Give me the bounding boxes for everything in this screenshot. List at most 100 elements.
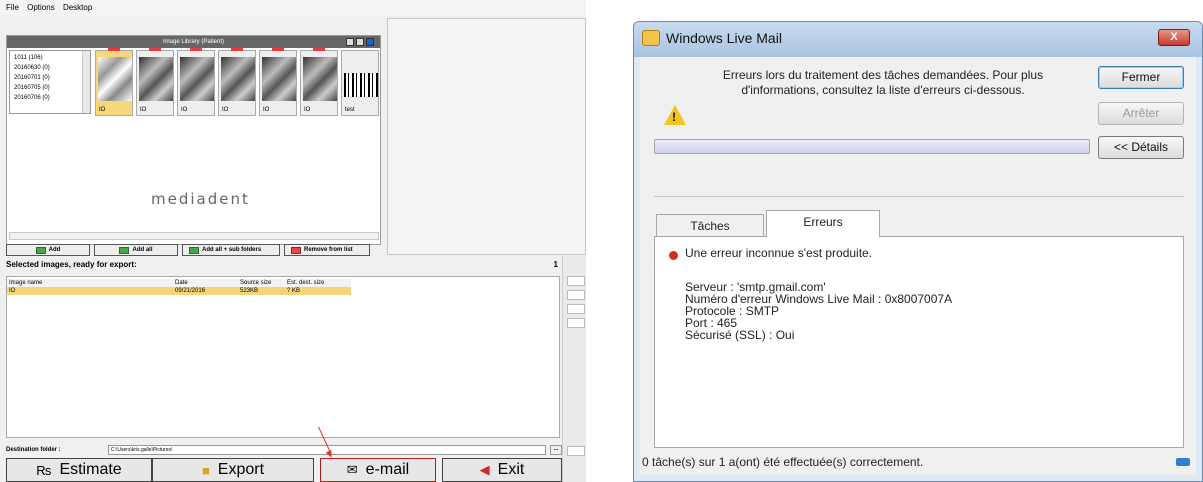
thumbnail[interactable]: IO bbox=[95, 48, 133, 116]
export-table: Image name Date Source size Est. dest. s… bbox=[6, 276, 560, 438]
details-button[interactable]: << Détails bbox=[1098, 136, 1184, 159]
menu-options[interactable]: Options bbox=[27, 3, 55, 12]
option-radio[interactable] bbox=[567, 290, 585, 300]
table-header: Image name Date Source size Est. dest. s… bbox=[7, 279, 351, 287]
action-buttons: ₨ Estimate ■ Export ✉ e-mail ◀ Exit bbox=[6, 458, 562, 482]
option-checkbox[interactable] bbox=[567, 304, 585, 314]
thumbnail[interactable]: test bbox=[341, 50, 379, 116]
estimate-label: Estimate bbox=[59, 461, 122, 478]
thumbnail-caption: IO bbox=[99, 107, 106, 113]
thumbnail[interactable]: IO bbox=[300, 48, 338, 116]
add-all-label: Add all bbox=[132, 247, 153, 253]
date-item[interactable]: 20160630 (0) bbox=[14, 63, 86, 73]
error-details: Serveur : 'smtp.gmail.com' Numéro d'erre… bbox=[685, 281, 952, 341]
thumbnail-caption: IO bbox=[304, 107, 311, 113]
fermer-button[interactable]: Fermer bbox=[1098, 66, 1184, 89]
close-icon[interactable]: X bbox=[1158, 29, 1190, 46]
selected-count: 1 bbox=[553, 260, 558, 269]
library-hscrollbar[interactable] bbox=[9, 232, 379, 240]
table-cell: 523KB bbox=[240, 288, 259, 294]
warning-icon-glyph: ! bbox=[672, 110, 676, 124]
option-checkbox[interactable] bbox=[567, 276, 585, 286]
add-all-subfolders-button[interactable]: Add all + sub folders bbox=[182, 244, 280, 256]
add-icon bbox=[35, 246, 46, 254]
marker-icon bbox=[231, 48, 243, 51]
menu-bar: File Options Desktop bbox=[0, 0, 586, 16]
info-icon[interactable] bbox=[366, 38, 374, 46]
arreter-button[interactable]: Arrêter bbox=[1098, 102, 1184, 125]
add-button[interactable]: Add bbox=[6, 244, 90, 256]
wlm-app-icon bbox=[642, 30, 660, 46]
folder-icon bbox=[189, 246, 199, 254]
wlm-title: Windows Live Mail bbox=[666, 30, 782, 46]
menu-file[interactable]: File bbox=[6, 3, 19, 12]
export-icon: ■ bbox=[201, 462, 210, 478]
marker-icon bbox=[313, 48, 325, 51]
destination-label: Destination folder : bbox=[6, 447, 61, 453]
thumbnail-caption: IO bbox=[181, 107, 188, 113]
selected-images-header: Selected images, ready for export: 1 bbox=[6, 260, 560, 270]
date-list-scrollbar[interactable] bbox=[82, 51, 90, 113]
xray-image bbox=[139, 57, 173, 101]
table-cell: 09/21/2016 bbox=[175, 288, 206, 294]
grid-view-icon[interactable] bbox=[356, 38, 364, 46]
xray-image bbox=[221, 57, 255, 101]
progress-bar bbox=[654, 139, 1090, 154]
pin-icon[interactable] bbox=[1176, 458, 1190, 466]
table-row[interactable]: IO 09/21/2016 523KB ? KB bbox=[7, 287, 351, 295]
date-item[interactable]: 1011 (106) bbox=[14, 53, 86, 63]
envelope-icon: ✉ bbox=[346, 462, 358, 477]
marker-icon bbox=[108, 48, 120, 51]
option-field[interactable] bbox=[567, 446, 585, 456]
error-title: Une erreur inconnue s'est produite. bbox=[685, 246, 873, 260]
export-button[interactable]: ■ Export bbox=[152, 458, 314, 482]
add-all-subfolders-label: Add all + sub folders bbox=[202, 247, 262, 253]
options-strip bbox=[562, 256, 586, 482]
option-checkbox[interactable] bbox=[567, 318, 585, 328]
browse-button[interactable]: ... bbox=[550, 445, 562, 455]
error-detail-line: Sécurisé (SSL) : Oui bbox=[685, 328, 795, 342]
xray-image bbox=[262, 57, 296, 101]
marker-icon bbox=[149, 48, 161, 51]
wlm-body: ! Erreurs lors du traitement des tâches … bbox=[640, 57, 1196, 475]
column-header[interactable]: Date bbox=[173, 279, 238, 287]
thumbnail[interactable]: IO bbox=[259, 48, 297, 116]
add-all-icon bbox=[119, 246, 130, 254]
menu-desktop[interactable]: Desktop bbox=[63, 3, 92, 12]
mediadent-logo: mediadent bbox=[151, 190, 250, 208]
marker-icon bbox=[190, 48, 202, 51]
selected-images-title: Selected images, ready for export: bbox=[6, 260, 137, 269]
date-list[interactable]: 1011 (106) 20160630 (0) 20160701 (0) 201… bbox=[9, 50, 91, 114]
divider bbox=[654, 196, 1184, 197]
date-item[interactable]: 20160705 (0) bbox=[14, 83, 86, 93]
date-item[interactable]: 20160701 (0) bbox=[14, 73, 86, 83]
thumbnail[interactable]: IO bbox=[218, 48, 256, 116]
print-icon[interactable] bbox=[346, 38, 354, 46]
errors-panel: Une erreur inconnue s'est produite. Serv… bbox=[654, 236, 1184, 448]
status-text: 0 tâche(s) sur 1 a(ont) été effectuée(s)… bbox=[642, 455, 924, 469]
thumbnail[interactable]: IO bbox=[136, 48, 174, 116]
exit-button[interactable]: ◀ Exit bbox=[442, 458, 562, 482]
tab-taches[interactable]: Tâches bbox=[656, 214, 764, 236]
column-header[interactable]: Image name bbox=[7, 279, 173, 287]
column-header[interactable]: Source size bbox=[238, 279, 285, 287]
thumbnail-strip: IO IO IO IO IO IO test bbox=[95, 48, 379, 118]
estimate-button[interactable]: ₨ Estimate bbox=[6, 458, 152, 482]
preview-panel bbox=[387, 18, 586, 255]
wlm-titlebar[interactable]: Windows Live Mail X bbox=[634, 22, 1202, 57]
thumbnail-caption: test bbox=[345, 107, 355, 113]
column-header[interactable]: Est. dest. size bbox=[285, 279, 351, 287]
remove-from-list-button[interactable]: Remove from list bbox=[284, 244, 370, 256]
email-label: e-mail bbox=[365, 461, 410, 478]
thumbnail-caption: IO bbox=[222, 107, 229, 113]
tab-erreurs[interactable]: Erreurs bbox=[766, 210, 880, 237]
table-cell: IO bbox=[9, 288, 16, 294]
add-label: Add bbox=[48, 247, 61, 253]
remove-from-list-label: Remove from list bbox=[304, 247, 353, 253]
image-library-header: Image Library (Patient) bbox=[7, 36, 380, 48]
add-all-button[interactable]: Add all bbox=[94, 244, 178, 256]
date-item[interactable]: 20160706 (0) bbox=[14, 93, 86, 103]
email-button[interactable]: ✉ e-mail bbox=[320, 458, 436, 482]
thumbnail[interactable]: IO bbox=[177, 48, 215, 116]
image-library-panel: Image Library (Patient) 1011 (106) 20160… bbox=[6, 35, 381, 245]
